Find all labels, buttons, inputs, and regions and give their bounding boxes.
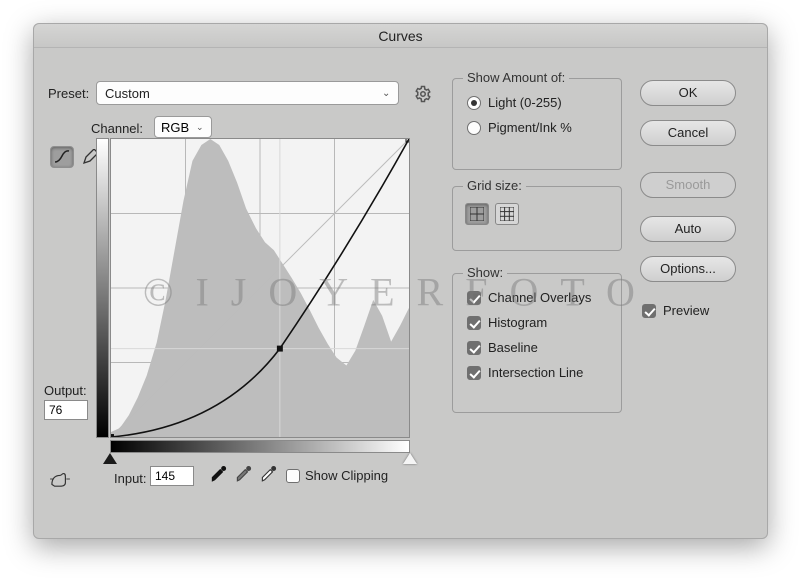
window-title: Curves bbox=[378, 28, 422, 44]
light-radio[interactable]: Light (0-255) bbox=[467, 95, 609, 110]
checkbox-icon bbox=[467, 291, 481, 305]
radio-icon bbox=[467, 121, 481, 135]
checkbox-icon bbox=[467, 316, 481, 330]
histogram-label: Histogram bbox=[488, 315, 547, 330]
white-point-slider[interactable] bbox=[403, 453, 417, 464]
settings-gear-icon[interactable] bbox=[414, 85, 432, 103]
input-gradient-bar bbox=[110, 440, 410, 453]
pigment-radio-label: Pigment/Ink % bbox=[488, 120, 572, 135]
black-point-slider[interactable] bbox=[103, 453, 117, 464]
checkbox-icon bbox=[286, 469, 300, 483]
smooth-button: Smooth bbox=[640, 172, 736, 198]
dialog-content: Preset: Custom ⌄ Channel: RGB ⌄ bbox=[34, 48, 767, 538]
light-radio-label: Light (0-255) bbox=[488, 95, 562, 110]
channel-overlays-checkbox[interactable]: Channel Overlays bbox=[467, 290, 609, 305]
grid-size-group: Grid size: bbox=[452, 186, 622, 251]
show-group: Show: Channel Overlays Histogram Baselin… bbox=[452, 273, 622, 413]
curves-dialog: Curves Preset: Custom ⌄ Channel: RGB ⌄ bbox=[33, 23, 768, 539]
preset-label: Preset: bbox=[48, 86, 89, 101]
cancel-button[interactable]: Cancel bbox=[640, 120, 736, 146]
histogram-checkbox[interactable]: Histogram bbox=[467, 315, 609, 330]
checkbox-icon bbox=[467, 366, 481, 380]
preview-label: Preview bbox=[663, 303, 709, 318]
ok-button[interactable]: OK bbox=[640, 80, 736, 106]
channel-label: Channel: bbox=[91, 121, 143, 136]
auto-button[interactable]: Auto bbox=[640, 216, 736, 242]
grid-small-button[interactable] bbox=[465, 203, 489, 225]
white-eyedropper-icon[interactable] bbox=[259, 464, 279, 484]
titlebar: Curves bbox=[34, 24, 767, 48]
output-label: Output: bbox=[44, 383, 87, 398]
black-eyedropper-icon[interactable] bbox=[209, 464, 229, 484]
options-button[interactable]: Options... bbox=[640, 256, 736, 282]
grid-size-title: Grid size: bbox=[463, 178, 526, 193]
checkbox-icon bbox=[642, 304, 656, 318]
curve-tool-button[interactable] bbox=[50, 146, 74, 168]
curves-graph[interactable] bbox=[110, 138, 410, 438]
output-gradient-bar bbox=[96, 138, 109, 438]
input-field[interactable] bbox=[150, 466, 194, 486]
show-amount-group: Show Amount of: Light (0-255) Pigment/In… bbox=[452, 78, 622, 170]
channel-overlays-label: Channel Overlays bbox=[488, 290, 591, 305]
output-field[interactable] bbox=[44, 400, 88, 420]
gray-eyedropper-icon[interactable] bbox=[234, 464, 254, 484]
checkbox-icon bbox=[467, 341, 481, 355]
preview-checkbox[interactable]: Preview bbox=[642, 303, 709, 318]
show-clipping-checkbox[interactable]: Show Clipping bbox=[286, 468, 388, 483]
baseline-checkbox[interactable]: Baseline bbox=[467, 340, 609, 355]
radio-icon bbox=[467, 96, 481, 110]
intersection-line-checkbox[interactable]: Intersection Line bbox=[467, 365, 609, 380]
baseline-label: Baseline bbox=[488, 340, 538, 355]
show-clipping-label: Show Clipping bbox=[305, 468, 388, 483]
preset-select[interactable]: Custom bbox=[96, 81, 399, 105]
intersection-line-label: Intersection Line bbox=[488, 365, 583, 380]
grid-large-button[interactable] bbox=[495, 203, 519, 225]
input-label: Input: bbox=[114, 471, 147, 486]
scrubby-hand-icon[interactable] bbox=[49, 470, 71, 488]
show-title: Show: bbox=[463, 265, 507, 280]
pigment-radio[interactable]: Pigment/Ink % bbox=[467, 120, 609, 135]
show-amount-title: Show Amount of: bbox=[463, 70, 569, 85]
channel-select[interactable]: RGB bbox=[154, 116, 212, 138]
